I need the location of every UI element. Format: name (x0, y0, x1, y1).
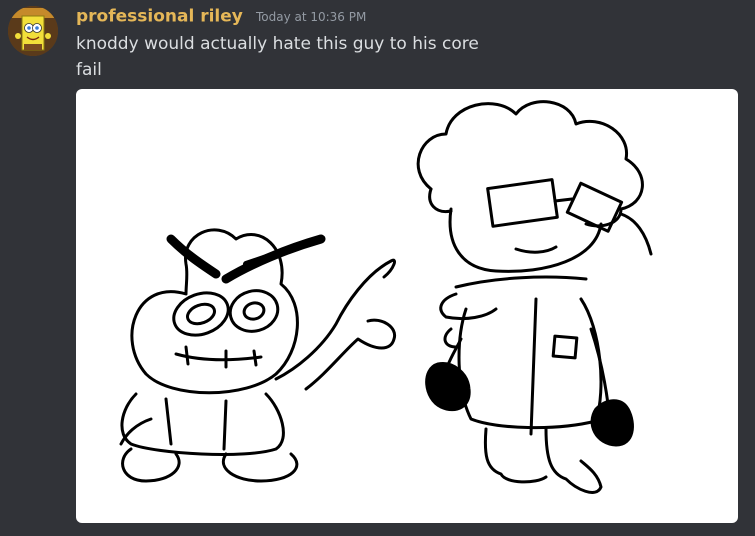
image-attachment[interactable] (76, 89, 738, 523)
user-avatar[interactable] (8, 6, 58, 56)
spongebob-avatar-icon (8, 6, 58, 56)
message-timestamp: Today at 10:36 PM (255, 9, 367, 24)
message-header: professional riley Today at 10:36 PM (76, 6, 366, 30)
message-text-line-2: fail (76, 60, 102, 80)
message-text-line-1: knoddy would actually hate this guy to h… (76, 34, 479, 54)
angry-character-drawing (119, 228, 397, 483)
chat-message: professional riley Today at 10:36 PM kno… (0, 0, 755, 536)
drawing-icon (119, 100, 653, 494)
bowl-cut-character-drawing (416, 100, 653, 494)
username[interactable]: professional riley (76, 7, 243, 27)
